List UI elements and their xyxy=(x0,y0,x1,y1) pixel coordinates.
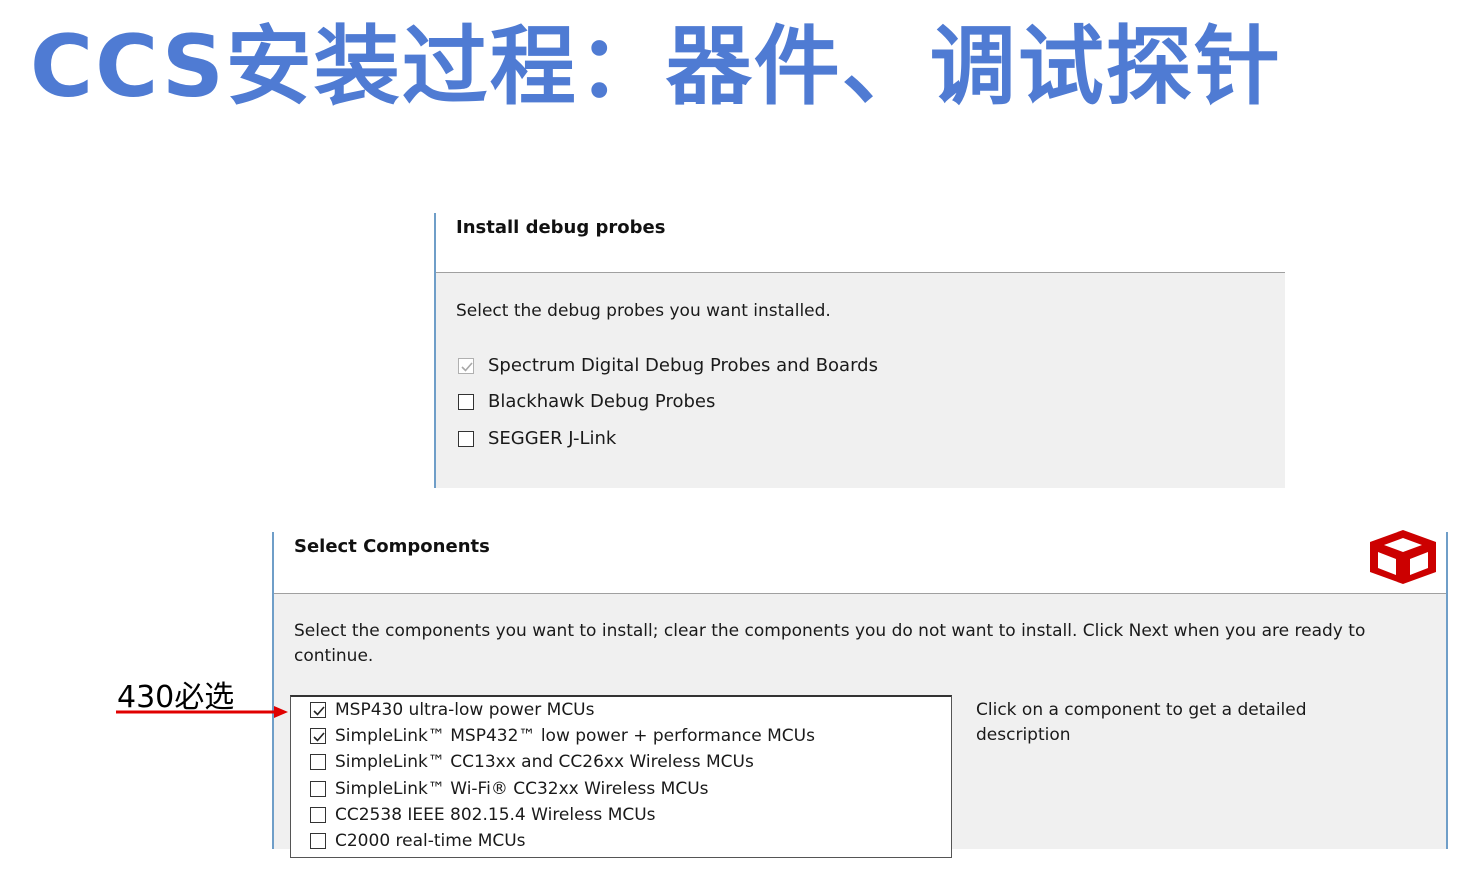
checkbox-unchecked[interactable] xyxy=(310,806,326,823)
check-icon xyxy=(313,732,325,742)
list-item[interactable]: SimpleLink™ CC13xx and CC26xx Wireless M… xyxy=(291,749,951,775)
checkbox-unchecked[interactable] xyxy=(310,780,326,797)
component-label: SimpleLink™ Wi-Fi® CC32xx Wireless MCUs xyxy=(335,778,709,799)
list-item[interactable]: MSP430 ultra-low power MCUs xyxy=(291,697,951,723)
list-item[interactable]: C2000 real-time MCUs xyxy=(291,828,951,854)
checkbox-unchecked[interactable] xyxy=(458,393,474,410)
check-icon xyxy=(313,706,325,716)
probe-option-label: Spectrum Digital Debug Probes and Boards xyxy=(488,355,878,376)
list-item[interactable]: SimpleLink™ MSP432™ low power + performa… xyxy=(291,723,951,749)
probe-option-blackhawk[interactable]: Blackhawk Debug Probes xyxy=(458,391,715,412)
component-description: Click on a component to get a detailed d… xyxy=(976,700,1307,745)
checkbox-unchecked[interactable] xyxy=(458,430,474,447)
select-components-panel: Select Components Select the components … xyxy=(272,530,1448,858)
checkbox-unchecked[interactable] xyxy=(310,833,326,850)
component-label: CC2538 IEEE 802.15.4 Wireless MCUs xyxy=(335,804,656,825)
panel-header: Select Components xyxy=(274,530,1446,594)
component-label: MSP430 ultra-low power MCUs xyxy=(335,700,595,721)
check-icon xyxy=(461,361,473,372)
arrow-right-icon xyxy=(116,706,288,718)
component-label: C2000 real-time MCUs xyxy=(335,831,526,852)
debug-probes-panel: Install debug probes Select the debug pr… xyxy=(434,213,1285,488)
slide-title: CCS安装过程：器件、调试探针 xyxy=(30,17,1282,117)
checkbox-checked[interactable] xyxy=(310,702,326,719)
component-label: SimpleLink™ MSP432™ low power + performa… xyxy=(335,726,815,747)
components-instruction: Select the components you want to instal… xyxy=(294,621,1366,666)
checkbox-checked-disabled[interactable] xyxy=(458,357,474,374)
probes-instruction: Select the debug probes you want install… xyxy=(456,301,831,321)
component-label: SimpleLink™ CC13xx and CC26xx Wireless M… xyxy=(335,752,754,773)
probe-option-label: Blackhawk Debug Probes xyxy=(488,391,716,412)
probe-option-label: SEGGER J-Link xyxy=(488,428,617,449)
probe-option-segger[interactable]: SEGGER J-Link xyxy=(458,428,616,449)
checkbox-unchecked[interactable] xyxy=(310,754,326,771)
probe-option-spectrum-digital[interactable]: Spectrum Digital Debug Probes and Boards xyxy=(458,355,878,376)
ti-logo-icon xyxy=(1370,530,1436,584)
list-item[interactable]: SimpleLink™ Wi-Fi® CC32xx Wireless MCUs xyxy=(291,776,951,802)
checkbox-checked[interactable] xyxy=(310,728,326,745)
panel-title: Install debug probes xyxy=(456,217,666,238)
panel-header: Install debug probes xyxy=(436,213,1285,273)
components-list[interactable]: MSP430 ultra-low power MCUs SimpleLink™ … xyxy=(290,695,952,858)
panel-title: Select Components xyxy=(294,536,490,557)
list-item[interactable]: CC2538 IEEE 802.15.4 Wireless MCUs xyxy=(291,802,951,828)
